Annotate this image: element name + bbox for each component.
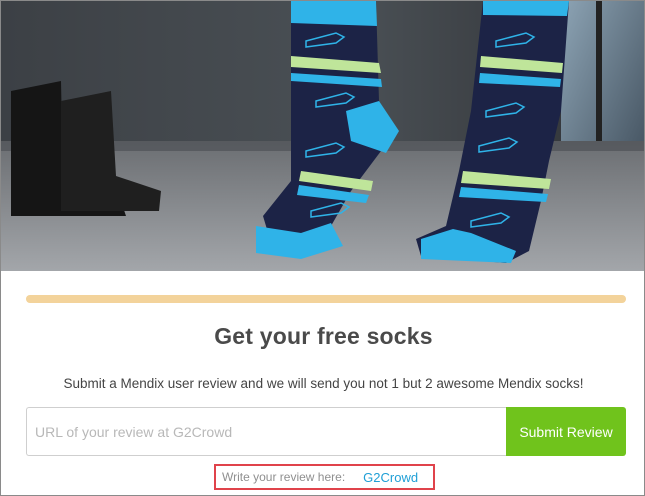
page-title: Get your free socks <box>214 323 433 349</box>
submit-review-button[interactable]: Submit Review <box>506 407 626 456</box>
hero-image <box>1 1 644 271</box>
review-hint-box: Write your review here: G2Crowd <box>214 464 435 490</box>
page-frame: Get your free socks Submit a Mendix user… <box>0 0 645 496</box>
page-subtitle: Submit a Mendix user review and we will … <box>63 376 584 391</box>
review-hint-label: Write your review here: <box>222 470 346 484</box>
progress-fill <box>26 295 626 303</box>
review-url-input[interactable] <box>26 407 506 456</box>
progress-bar <box>26 295 626 303</box>
g2crowd-link[interactable]: G2Crowd <box>363 470 418 485</box>
